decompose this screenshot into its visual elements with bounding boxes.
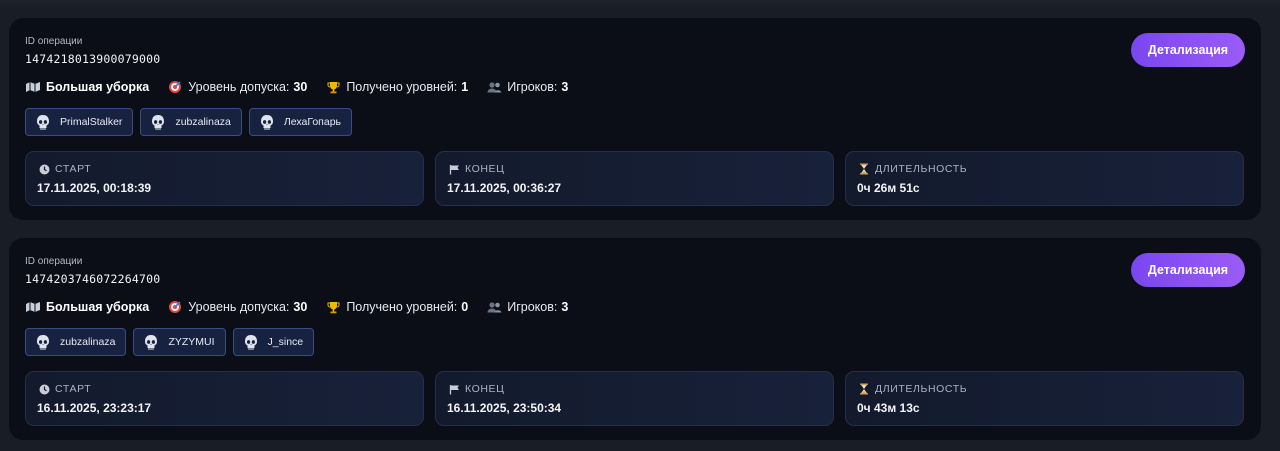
mode-name: Большая уборка — [46, 300, 150, 314]
player-list: zubzalinaza ZYZYMUI J_since — [25, 328, 321, 356]
start-value: 16.11.2025, 23:23:17 — [37, 401, 152, 415]
player-name: zubzalinaza — [175, 116, 231, 128]
access-level-label: Уровень допуска: — [188, 80, 290, 94]
levels-label: Получено уровней: — [346, 300, 458, 314]
target-icon — [167, 80, 183, 94]
operation-stats: Большая уборка Уровень допуска: 30 Получ… — [25, 300, 586, 314]
players-stat: Игроков: 3 — [486, 300, 568, 314]
mode-stat: Большая уборка — [25, 80, 149, 94]
skull-avatar-icon — [149, 113, 167, 131]
player-name: zubzalinaza — [60, 336, 116, 348]
flag-icon — [448, 383, 460, 395]
player-chip[interactable]: ЛехаГопарь — [248, 108, 353, 136]
end-value: 17.11.2025, 00:36:27 — [447, 181, 562, 195]
levels-value: 0 — [461, 300, 469, 314]
skull-avatar-icon — [142, 333, 160, 351]
levels-stat: Получено уровней: 1 — [325, 80, 468, 94]
map-icon — [25, 80, 41, 94]
start-label: СТАРТ — [55, 163, 92, 175]
players-value: 3 — [561, 80, 569, 94]
player-chip[interactable]: J_since — [232, 328, 315, 356]
mode-stat: Большая уборка — [25, 300, 149, 314]
players-label: Игроков: — [507, 80, 558, 94]
duration-label: ДЛИТЕЛЬНОСТЬ — [875, 163, 968, 175]
page-top-band — [0, 0, 1280, 8]
access-level-stat: Уровень допуска: 30 — [167, 80, 307, 94]
hourglass-icon — [858, 163, 870, 175]
skull-avatar-icon — [34, 113, 52, 131]
levels-value: 1 — [461, 80, 469, 94]
target-icon — [167, 300, 183, 314]
access-level-value: 30 — [293, 80, 308, 94]
clock-icon — [38, 383, 50, 395]
player-name: ZYZYMUI — [168, 336, 215, 348]
duration-label: ДЛИТЕЛЬНОСТЬ — [875, 383, 968, 395]
operation-id-label: ID операции — [25, 36, 83, 47]
start-box: СТАРТ 17.11.2025, 00:18:39 — [25, 151, 424, 206]
duration-box: ДЛИТЕЛЬНОСТЬ 0ч 43м 13с — [845, 371, 1244, 426]
end-label: КОНЕЦ — [465, 163, 505, 175]
operation-card: ID операции 1474203746072264700 Детализа… — [9, 238, 1261, 440]
time-info: СТАРТ 16.11.2025, 23:23:17 КОНЕЦ 16.11.2… — [25, 371, 1244, 426]
trophy-icon — [325, 80, 341, 94]
access-level-stat: Уровень допуска: 30 — [167, 300, 307, 314]
duration-value: 0ч 43м 13с — [857, 401, 920, 415]
access-level-label: Уровень допуска: — [188, 300, 290, 314]
start-value: 17.11.2025, 00:18:39 — [37, 181, 152, 195]
player-chip[interactable]: ZYZYMUI — [133, 328, 226, 356]
levels-stat: Получено уровней: 0 — [325, 300, 468, 314]
player-chip[interactable]: zubzalinaza — [25, 328, 127, 356]
end-box: КОНЕЦ 16.11.2025, 23:50:34 — [435, 371, 834, 426]
trophy-icon — [325, 300, 341, 314]
player-name: J_since — [267, 336, 304, 348]
map-icon — [25, 300, 41, 314]
details-button[interactable]: Детализация — [1131, 33, 1245, 67]
duration-value: 0ч 26м 51с — [857, 181, 920, 195]
skull-avatar-icon — [258, 113, 276, 131]
mode-name: Большая уборка — [46, 80, 150, 94]
end-label: КОНЕЦ — [465, 383, 505, 395]
player-name: ЛехаГопарь — [283, 116, 342, 128]
operation-stats: Большая уборка Уровень допуска: 30 Получ… — [25, 80, 586, 94]
player-chip[interactable]: zubzalinaza — [140, 108, 242, 136]
end-value: 16.11.2025, 23:50:34 — [447, 401, 562, 415]
player-name: PrimalStalker — [60, 116, 123, 128]
players-stat: Игроков: 3 — [486, 80, 568, 94]
player-chip[interactable]: PrimalStalker — [25, 108, 134, 136]
users-icon — [486, 300, 502, 314]
start-box: СТАРТ 16.11.2025, 23:23:17 — [25, 371, 424, 426]
details-button[interactable]: Детализация — [1131, 253, 1245, 287]
player-list: PrimalStalker zubzalinaza ЛехаГопарь — [25, 108, 359, 136]
time-info: СТАРТ 17.11.2025, 00:18:39 КОНЕЦ 17.11.2… — [25, 151, 1244, 206]
duration-box: ДЛИТЕЛЬНОСТЬ 0ч 26м 51с — [845, 151, 1244, 206]
start-label: СТАРТ — [55, 383, 92, 395]
access-level-value: 30 — [293, 300, 308, 314]
operation-card: ID операции 1474218013900079000 Детализа… — [9, 18, 1261, 220]
clock-icon — [38, 163, 50, 175]
players-value: 3 — [561, 300, 569, 314]
flag-icon — [448, 163, 460, 175]
operation-id: 1474218013900079000 — [25, 52, 161, 66]
operation-id-label: ID операции — [25, 256, 83, 267]
players-label: Игроков: — [507, 300, 558, 314]
hourglass-icon — [858, 383, 870, 395]
levels-label: Получено уровней: — [346, 80, 458, 94]
users-icon — [486, 80, 502, 94]
skull-avatar-icon — [34, 333, 52, 351]
end-box: КОНЕЦ 17.11.2025, 00:36:27 — [435, 151, 834, 206]
skull-avatar-icon — [242, 333, 260, 351]
operation-id: 1474203746072264700 — [25, 272, 161, 286]
